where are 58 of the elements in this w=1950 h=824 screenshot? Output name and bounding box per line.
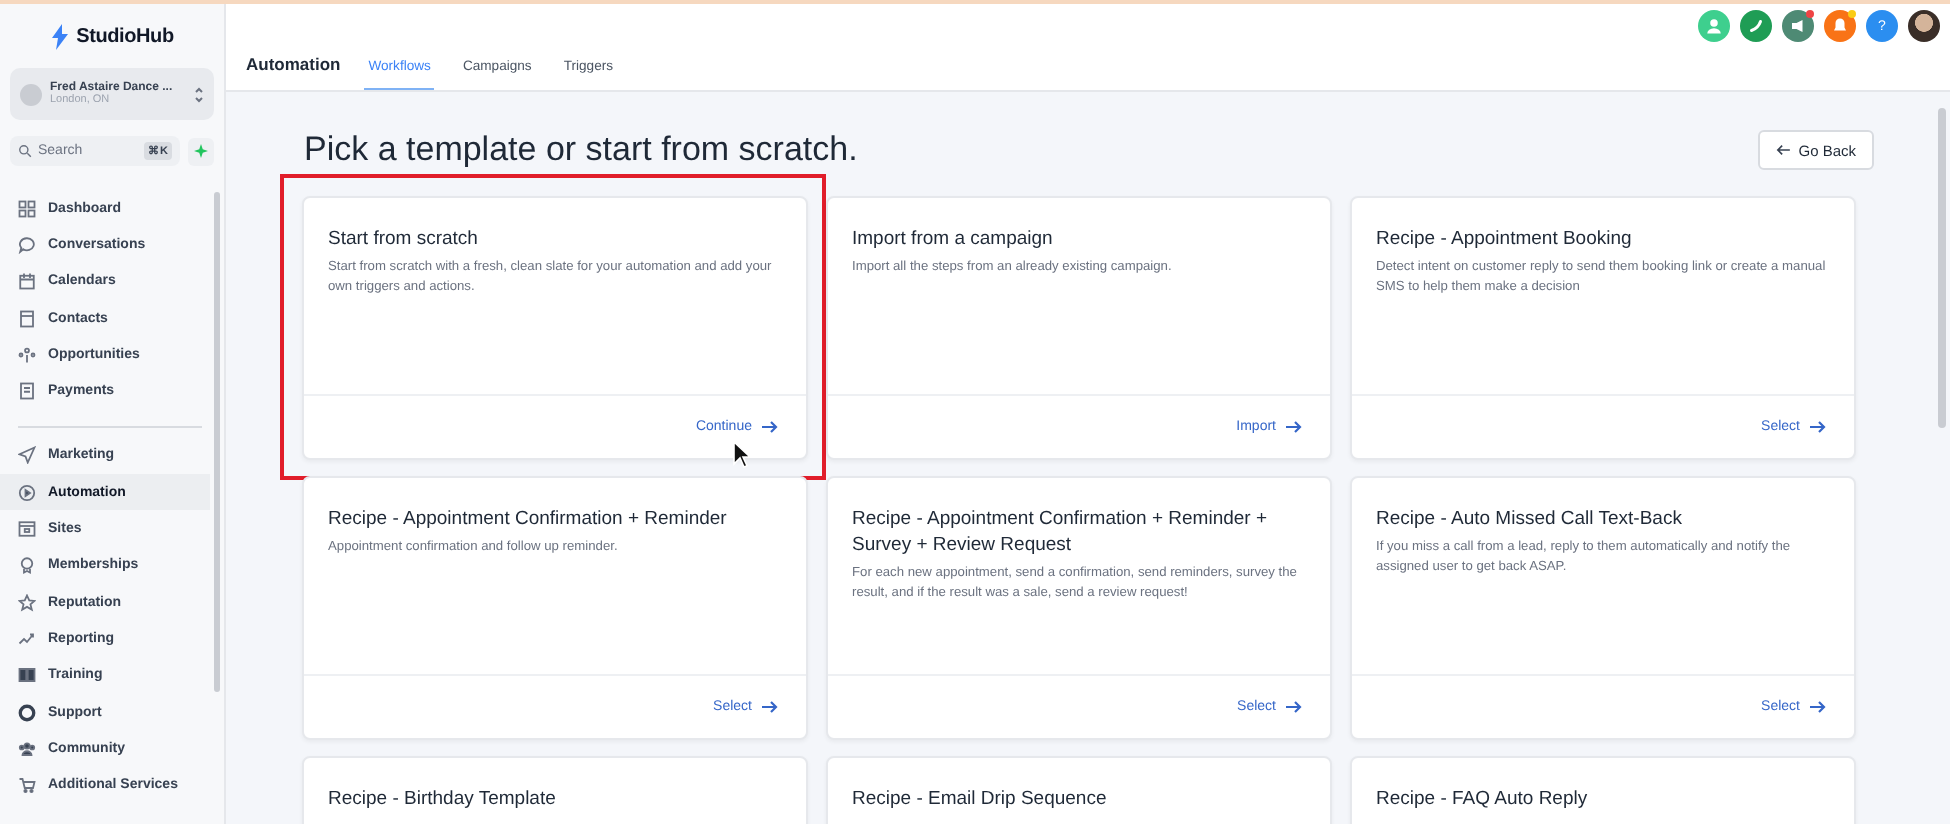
- template-title: Recipe - Appointment Confirmation + Reminder: [328, 506, 729, 532]
- calendar-icon: [18, 272, 36, 291]
- send-icon: [18, 446, 36, 465]
- arrow-right-icon: [762, 420, 778, 434]
- star-icon: [18, 593, 36, 612]
- arrow-right-icon: [1810, 420, 1826, 434]
- arrow-right-icon: [1286, 420, 1302, 434]
- sparkle-icon: [194, 144, 208, 158]
- arrow-right-icon: [762, 700, 778, 714]
- template-title: Recipe - Appointment Confirmation + Reminder + Survey + Review Request: [852, 506, 1270, 558]
- template-card[interactable]: Recipe - Birthday Template: [302, 756, 808, 824]
- browser-icon: [18, 520, 36, 539]
- chat-bubble-icon: [18, 235, 36, 254]
- section-title: Automation: [246, 54, 341, 78]
- notification-dot: [1806, 10, 1814, 18]
- bell-button[interactable]: [1824, 10, 1856, 42]
- arrow-right-icon: [1286, 700, 1302, 714]
- template-title: Import from a campaign: [852, 226, 1055, 252]
- megaphone-button[interactable]: [1782, 10, 1814, 42]
- template-title: Recipe - FAQ Auto Reply: [1376, 786, 1590, 812]
- people-icon: [18, 739, 36, 758]
- search-icon: [18, 144, 32, 158]
- funnel-dots-icon: [18, 345, 36, 364]
- cursor-icon: [732, 440, 752, 468]
- template-title: Recipe - Birthday Template: [328, 786, 558, 812]
- template-card[interactable]: Recipe - Email Drip Sequence: [826, 756, 1332, 824]
- receipt-icon: [18, 382, 36, 401]
- avatar-icon: [20, 83, 42, 105]
- person-button[interactable]: [1698, 10, 1730, 42]
- notification-dot: [1848, 10, 1856, 18]
- template-title: Recipe - Appointment Booking: [1376, 226, 1634, 252]
- arrow-right-icon: [1810, 700, 1826, 714]
- quick-action-button[interactable]: [188, 137, 214, 165]
- logo-text: StudioHub: [76, 26, 174, 48]
- bolt-logo-icon: [50, 24, 71, 50]
- contact-card-icon: [18, 309, 36, 328]
- chevron-updown-icon: [194, 85, 204, 103]
- template-title: Recipe - Auto Missed Call Text-Back: [1376, 506, 1684, 532]
- cart-icon: [18, 776, 36, 795]
- phone-icon: [1744, 14, 1768, 38]
- phone-button[interactable]: [1740, 10, 1772, 42]
- template-title: Recipe - Email Drip Sequence: [852, 786, 1109, 812]
- badge-icon: [18, 556, 36, 575]
- logo[interactable]: StudioHub: [0, 24, 224, 50]
- scrollbar[interactable]: [1938, 108, 1946, 428]
- template-card[interactable]: Recipe - FAQ Auto Reply: [1350, 756, 1856, 824]
- template-card[interactable]: [826, 476, 1332, 740]
- user-avatar[interactable]: [1908, 10, 1940, 42]
- book-icon: [18, 666, 36, 685]
- scrollbar[interactable]: [214, 192, 220, 692]
- template-title: Start from scratch: [328, 226, 480, 252]
- grid-icon: [18, 199, 36, 218]
- arrow-left-icon: [1776, 144, 1791, 156]
- lifebuoy-icon: [18, 703, 36, 721]
- trend-line-icon: [18, 629, 36, 648]
- person-icon: [1702, 14, 1726, 38]
- page-title: Pick a template or start from scratch.: [302, 130, 858, 170]
- play-circle-icon: [18, 483, 36, 502]
